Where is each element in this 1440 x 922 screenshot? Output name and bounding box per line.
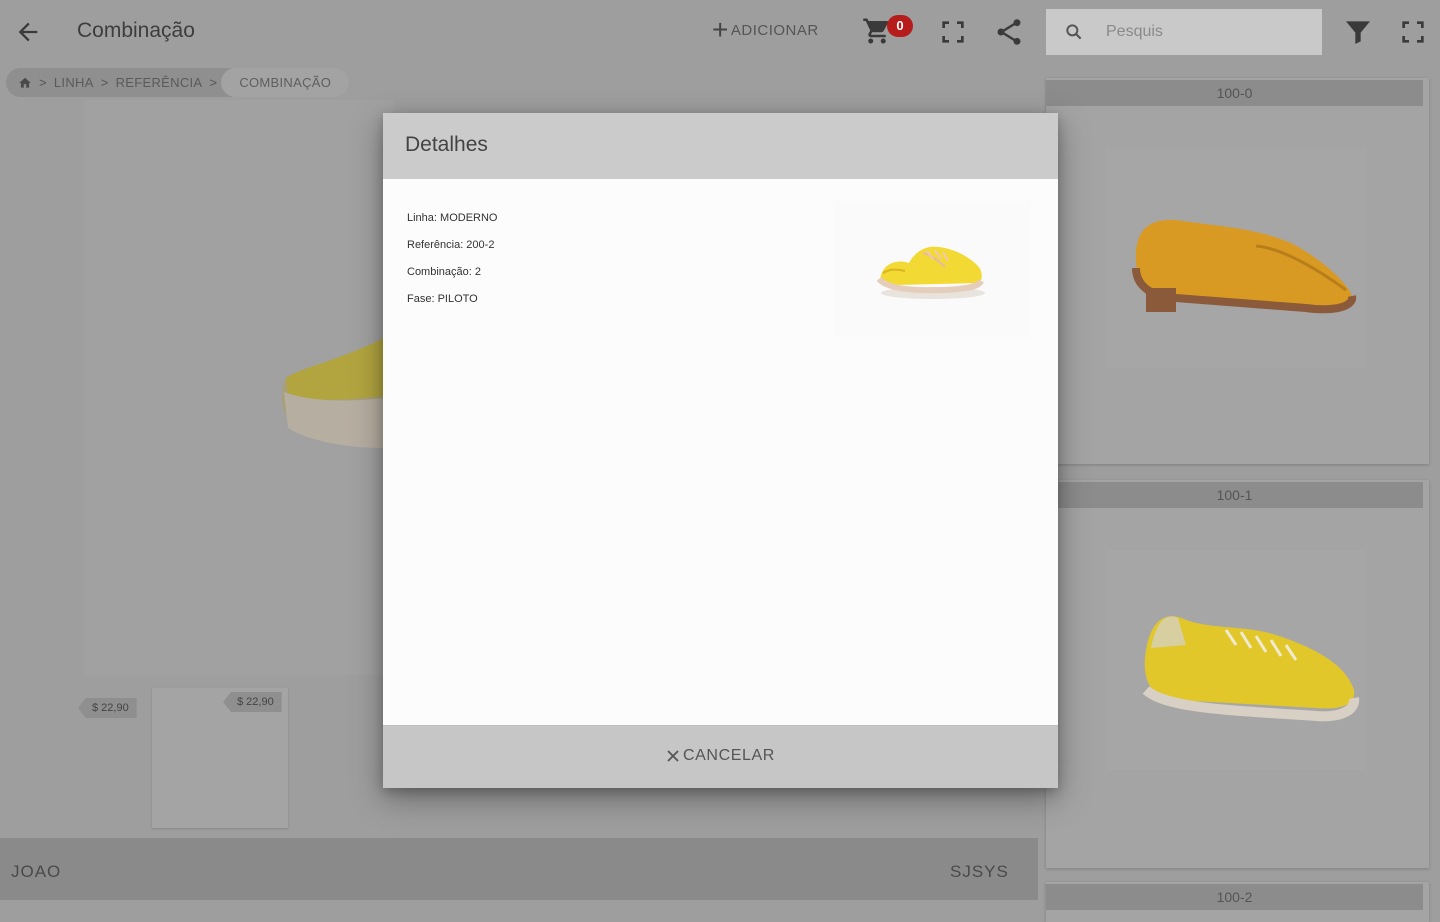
cart-count-badge: 0 xyxy=(887,15,913,37)
cancel-button-label: CANCELAR xyxy=(683,747,775,764)
search-icon xyxy=(1066,24,1082,40)
cancel-button[interactable]: CANCELAR xyxy=(666,747,775,765)
detail-linha: Linha: MODERNO xyxy=(407,212,498,224)
detail-referencia: Referência: 200-2 xyxy=(407,239,495,251)
add-button[interactable]: + ADICIONAR xyxy=(712,14,819,45)
search-box xyxy=(1046,9,1322,55)
add-button-label: ADICIONAR xyxy=(730,21,819,39)
product-shoe-image xyxy=(281,338,384,448)
share-icon[interactable] xyxy=(993,16,1025,48)
product-thumbnail xyxy=(835,201,1031,337)
combination-card[interactable]: 100-1 xyxy=(1046,480,1429,868)
user-name: JOAO xyxy=(11,862,62,881)
combination-label: 100-1 xyxy=(1046,482,1423,508)
fullscreen-icon[interactable] xyxy=(937,16,969,48)
close-icon xyxy=(667,750,679,762)
dialog-title: Detalhes xyxy=(405,133,488,156)
breadcrumb-separator: > xyxy=(209,75,218,90)
breadcrumb-separator: > xyxy=(39,75,47,90)
breadcrumb-separator: > xyxy=(100,75,109,90)
dialog-header: Detalhes xyxy=(383,113,1058,179)
detail-fase: Fase: PILOTO xyxy=(407,293,478,305)
breadcrumb: > LINHA > REFERÊNCIA > COMBINAÇÃO xyxy=(6,68,350,97)
combination-card[interactable]: 100-2 xyxy=(1046,882,1429,922)
details-list: Linha: MODERNO Referência: 200-2 Combina… xyxy=(407,205,497,313)
back-arrow-icon[interactable] xyxy=(14,18,42,46)
detail-combinacao: Combinação: 2 xyxy=(407,266,481,278)
combination-image xyxy=(1106,148,1366,368)
shoe-image xyxy=(1132,219,1357,314)
shoe-image xyxy=(1142,616,1360,722)
combination-image xyxy=(1106,550,1366,770)
app-bar: Combinação + ADICIONAR 0 xyxy=(0,0,1440,64)
footer-bar: JOAO SJSYS xyxy=(0,838,1038,900)
page-title: Combinação xyxy=(77,19,195,42)
breadcrumb-linha[interactable]: LINHA xyxy=(54,75,94,90)
breadcrumb-current: COMBINAÇÃO xyxy=(221,68,350,97)
combination-label: 100-2 xyxy=(1046,884,1423,910)
combination-label: 100-0 xyxy=(1046,80,1423,106)
plus-icon: + xyxy=(712,14,729,45)
yellow-shoe-image xyxy=(876,246,985,299)
expand-icon[interactable] xyxy=(1397,16,1429,48)
search-input[interactable] xyxy=(1104,19,1308,45)
filter-icon[interactable] xyxy=(1342,16,1374,48)
combination-card[interactable]: 100-0 xyxy=(1046,78,1429,464)
brand-name: SJSYS xyxy=(950,862,1009,881)
home-icon[interactable] xyxy=(18,76,32,90)
breadcrumb-referencia[interactable]: REFERÊNCIA xyxy=(116,75,203,90)
price-tag: $ 22,90 xyxy=(78,698,137,718)
price-tag: $ 22,90 xyxy=(223,692,282,712)
dialog-footer: CANCELAR xyxy=(383,725,1058,788)
details-dialog: Detalhes Linha: MODERNO Referência: 200-… xyxy=(383,113,1058,788)
